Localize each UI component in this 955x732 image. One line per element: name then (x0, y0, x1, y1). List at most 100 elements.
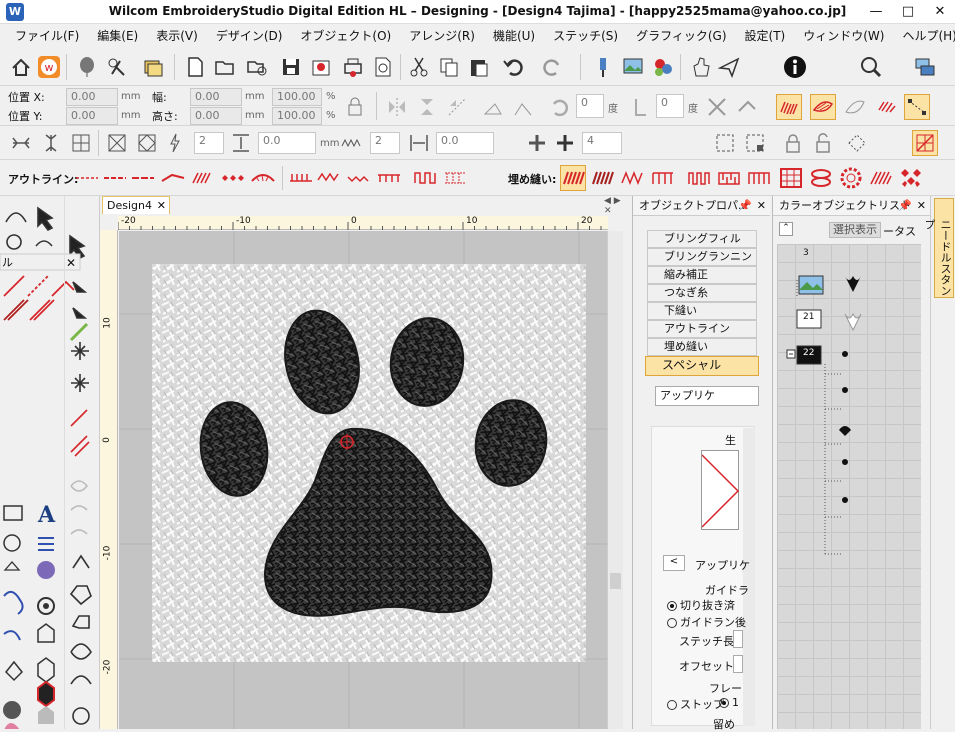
browse-icon[interactable] (244, 54, 270, 80)
embroidery-design[interactable] (119, 231, 607, 729)
fill-hatch-icon[interactable] (868, 165, 894, 191)
outline-blanket-icon[interactable] (288, 165, 314, 191)
radio-cutout-done[interactable]: 切り抜き済 (667, 597, 735, 613)
width-pct-field[interactable]: 100.00 (272, 88, 322, 106)
menu-graphics[interactable]: グラフィック(G) (627, 24, 735, 48)
radio-stop[interactable]: ストップ (667, 696, 724, 712)
design-workspace[interactable] (119, 231, 607, 729)
unlock-icon[interactable] (810, 130, 836, 156)
count-field[interactable]: 4 (582, 132, 622, 154)
rotate-left-icon[interactable] (546, 94, 572, 120)
mirror-vertical-icon[interactable] (414, 94, 440, 120)
density-field[interactable]: 2 (370, 132, 400, 154)
menu-help[interactable]: ヘルプ(H) (893, 24, 955, 48)
fill-zigzag-icon[interactable] (620, 165, 646, 191)
scroll-thumb[interactable] (610, 573, 621, 589)
menu-arrange[interactable]: アレンジ(R) (400, 24, 484, 48)
menu-edit[interactable]: 編集(E) (88, 24, 147, 48)
vertical-scrollbar[interactable] (607, 231, 623, 729)
satin-stitch-icon[interactable] (776, 94, 802, 120)
spacing-field-2[interactable]: 0.0 (258, 132, 316, 154)
hand-tool-icon[interactable] (688, 54, 714, 80)
tatami-stitch-icon[interactable] (810, 94, 836, 120)
home-icon[interactable] (8, 54, 34, 80)
tab-underlay[interactable]: 下縫い (647, 302, 757, 320)
zigzag-icon[interactable] (338, 130, 364, 156)
tab-puller-running[interactable]: ブリングランニング (647, 248, 757, 279)
distribute-icon-2[interactable] (134, 130, 160, 156)
pin-icon[interactable]: 📌 (738, 196, 752, 216)
transform-icon[interactable] (704, 94, 730, 120)
leaf-outline-icon[interactable] (842, 94, 868, 120)
object-type-dropdown[interactable]: アップリケ (655, 386, 759, 406)
print-preview-icon[interactable] (370, 54, 396, 80)
skew-icon[interactable] (480, 94, 506, 120)
fill-columns-icon[interactable] (650, 165, 676, 191)
print-icon[interactable] (340, 54, 366, 80)
fill-satin-icon[interactable] (560, 165, 586, 191)
outline-diamond-icon[interactable] (220, 165, 246, 191)
fill-comb-icon[interactable] (746, 165, 772, 191)
folders-icon[interactable] (140, 54, 166, 80)
layers-icon[interactable] (912, 54, 938, 80)
collapse-all-icon[interactable]: ⌃ (779, 222, 793, 236)
rotate-field-2[interactable]: 0 (656, 94, 684, 118)
slant-icon[interactable] (626, 94, 652, 120)
fill-tatami-icon[interactable] (590, 165, 616, 191)
outline-stem-icon[interactable] (160, 165, 186, 191)
export-icon[interactable] (308, 54, 334, 80)
maximize-button[interactable]: □ (894, 2, 922, 22)
lock-icon[interactable] (780, 130, 806, 156)
lightning-icon[interactable] (162, 130, 188, 156)
stitch-player-icon[interactable] (590, 54, 616, 80)
outline-square-icon[interactable] (412, 165, 438, 191)
cut-icon[interactable] (406, 54, 432, 80)
zoom-icon[interactable] (858, 54, 884, 80)
distribute-icon-1[interactable] (104, 130, 130, 156)
rotate-field-1[interactable]: 0 (576, 94, 604, 118)
outline-triple-icon[interactable] (102, 165, 128, 191)
add-point-icon-2[interactable] (552, 130, 578, 156)
new-file-icon[interactable] (182, 54, 208, 80)
show-selected-button[interactable]: 選択表示 (829, 222, 881, 238)
outline-backstitch-icon[interactable] (130, 165, 156, 191)
tab-connectors[interactable]: つなぎ糸 (647, 284, 757, 302)
outline-satin-icon[interactable] (190, 165, 216, 191)
reshape-icon[interactable] (734, 94, 760, 120)
wilcom-logo-icon[interactable]: w (36, 54, 62, 80)
radio-after-guide[interactable]: ガイドラン後 (667, 614, 746, 630)
color-balls-icon[interactable] (650, 54, 676, 80)
lock-proportion-icon[interactable] (342, 94, 368, 120)
fill-square-wave-icon[interactable] (686, 165, 712, 191)
tab-special[interactable]: スペシャル (645, 356, 759, 376)
outline-zigzag-icon[interactable] (346, 165, 372, 191)
spacing-icon[interactable] (228, 130, 254, 156)
fill-maze-icon[interactable] (716, 165, 742, 191)
stitch-length-field[interactable] (733, 630, 743, 648)
copy-icon[interactable] (436, 54, 462, 80)
mirror-diagonal-icon[interactable] (444, 94, 470, 120)
outline-feather-icon[interactable] (250, 165, 276, 191)
skew-angle-icon[interactable] (510, 94, 536, 120)
height-pct-field[interactable]: 100.00 (272, 107, 322, 125)
height-field[interactable]: 0.00 (190, 107, 242, 125)
outline-wave-icon[interactable] (316, 165, 342, 191)
align-vertical-icon[interactable] (38, 130, 64, 156)
mirror-horizontal-icon[interactable] (384, 94, 410, 120)
undo-icon[interactable] (500, 54, 526, 80)
align-horizontal-icon[interactable] (8, 130, 34, 156)
tab-outline[interactable]: アウトライン (647, 320, 757, 338)
tab-pull-compensation[interactable]: 縮み補正 (647, 266, 757, 284)
minimize-button[interactable]: — (862, 2, 890, 22)
color-pin-icon[interactable]: 📌 (898, 196, 912, 216)
width-spacing-icon[interactable] (406, 130, 432, 156)
back-button[interactable]: < (663, 555, 685, 571)
needle-stamp-tab[interactable]: ニードルスタンプ (923, 198, 954, 298)
menu-function[interactable]: 機能(U) (484, 24, 544, 48)
outline-motif-icon[interactable] (442, 165, 468, 191)
info-icon[interactable] (782, 54, 808, 80)
align-grid-icon[interactable] (68, 130, 94, 156)
tab-puller-fill[interactable]: ブリングフィル (647, 230, 757, 248)
spacing-field-1[interactable]: 2 (194, 132, 224, 154)
balloon-icon[interactable] (74, 54, 100, 80)
